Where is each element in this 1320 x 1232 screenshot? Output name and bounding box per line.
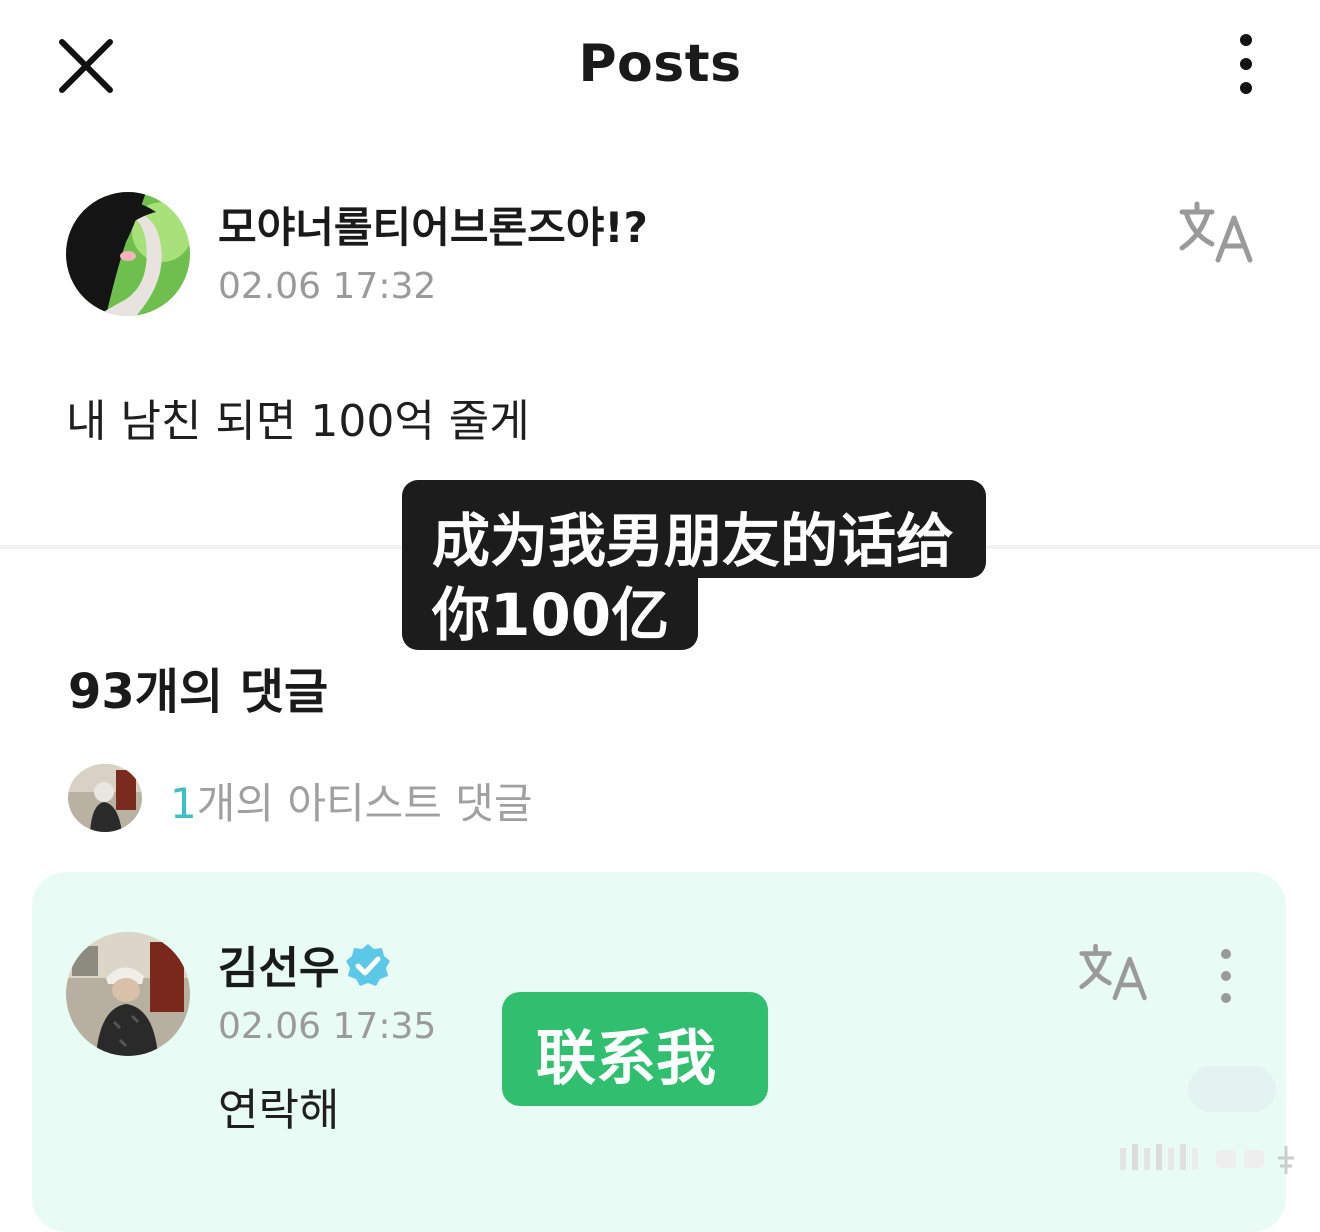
translate-icon <box>1179 201 1253 263</box>
subtitle-translation-line-1: 成为我男朋友的话给 <box>432 507 955 575</box>
post-timestamp: 02.06 17:32 <box>218 266 437 307</box>
translate-icon <box>1079 943 1147 1001</box>
comment-body-text: 연락해 <box>218 1085 340 1136</box>
artist-comment-count[interactable]: 1개의 아티스트 댓글 <box>170 770 533 831</box>
commenter-name[interactable]: 김선우 <box>218 932 339 996</box>
avatar-image <box>68 764 142 832</box>
commenter-avatar[interactable] <box>66 932 190 1056</box>
verified-badge <box>344 942 392 990</box>
artist-comment-label: 개의 아티스트 댓글 <box>196 779 533 828</box>
watermark-strip <box>1120 1144 1294 1174</box>
comment-more-button[interactable] <box>1208 944 1244 1008</box>
subtitle-translation-comment: 联系我 <box>536 1024 716 1094</box>
more-options-button[interactable] <box>1226 30 1266 100</box>
verified-badge-icon <box>346 944 390 986</box>
post-author-avatar[interactable] <box>66 192 190 316</box>
comment-timestamp: 02.06 17:35 <box>218 1006 437 1047</box>
more-vertical-icon <box>1221 949 1231 1003</box>
comment-count-heading: 93개의 댓글 <box>68 664 329 720</box>
artist-comment-number: 1 <box>170 779 197 828</box>
page-title: Posts <box>578 34 742 94</box>
translate-button[interactable] <box>1178 200 1256 264</box>
avatar-image <box>66 932 190 1056</box>
more-vertical-icon <box>1240 34 1252 94</box>
artist-avatar[interactable] <box>68 764 142 832</box>
avatar-image <box>66 192 190 316</box>
post-author-name[interactable]: 모야너롤티어브론즈야!? <box>218 194 648 255</box>
post-body-text: 내 남친 되면 100억 줄게 <box>66 396 530 447</box>
subtitle-translation-line-2: 你100亿 <box>432 581 670 649</box>
comment-translate-button[interactable] <box>1078 942 1150 1002</box>
watermark-badge <box>1188 1066 1276 1112</box>
